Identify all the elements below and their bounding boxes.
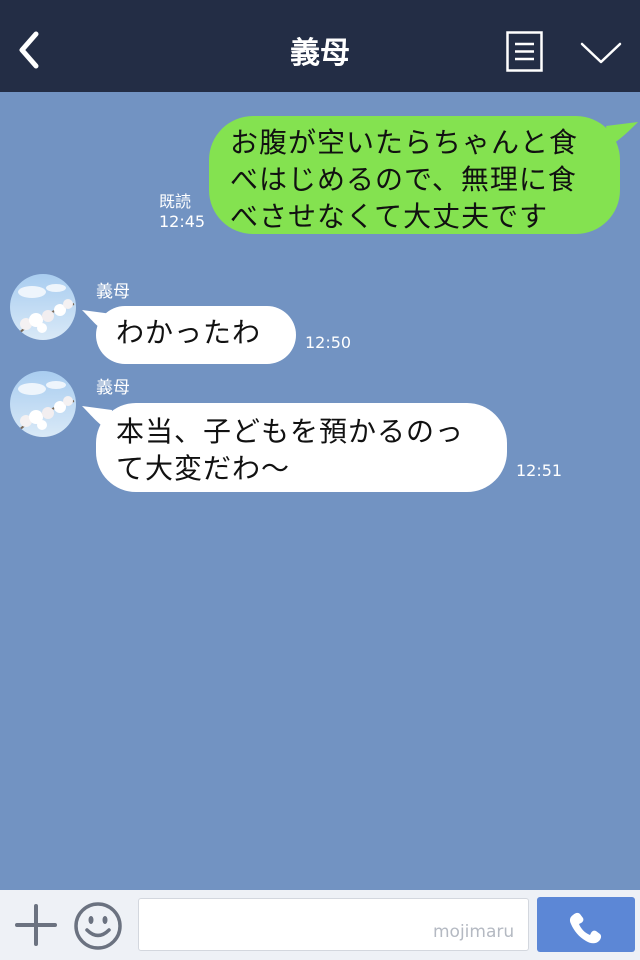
message-time: 12:45 — [159, 212, 206, 231]
message-line: べさせなくて大丈夫です — [230, 200, 549, 233]
list-icon — [506, 31, 543, 72]
emoji-button[interactable] — [73, 901, 123, 951]
chevron-down-icon — [580, 42, 622, 64]
avatar-image — [10, 371, 76, 437]
smiley-icon — [74, 902, 122, 950]
chat-title: 義母 — [290, 36, 350, 71]
chat-header: 義母 — [0, 0, 640, 92]
incoming-message-bubble[interactable]: 本当、子どもを預かるのっ て大変だわ〜 — [96, 403, 507, 492]
avatar[interactable] — [10, 274, 76, 340]
menu-button[interactable] — [506, 31, 543, 72]
read-receipt: 既読 12:45 — [159, 192, 205, 232]
collapse-button[interactable] — [578, 38, 624, 68]
sender-name: 義母 — [96, 282, 130, 302]
incoming-message-bubble[interactable]: わかったわ — [96, 306, 296, 364]
avatar[interactable] — [10, 371, 76, 437]
phone-icon — [569, 912, 602, 944]
avatar-image — [10, 274, 76, 340]
watermark-text: mojimaru — [433, 922, 515, 942]
input-bar: mojimaru — [0, 890, 640, 960]
message-time: 12:50 — [305, 333, 352, 352]
chat-area[interactable]: お腹が空いたらちゃんと食 べはじめるので、無理に食 べさせなくて大丈夫です 既読… — [0, 92, 640, 890]
message-line: わかったわ — [116, 316, 262, 349]
message-line: お腹が空いたらちゃんと食 — [230, 126, 579, 159]
call-button[interactable] — [537, 897, 635, 952]
read-label: 既読 — [159, 192, 192, 211]
sender-name: 義母 — [96, 378, 130, 398]
outgoing-message-bubble[interactable]: お腹が空いたらちゃんと食 べはじめるので、無理に食 べさせなくて大丈夫です — [209, 116, 620, 234]
message-line: て大変だわ〜 — [116, 452, 291, 485]
message-time: 12:51 — [516, 461, 563, 480]
message-line: 本当、子どもを預かるのっ — [116, 415, 465, 448]
add-attachment-button[interactable] — [14, 903, 58, 947]
message-line: べはじめるので、無理に食 — [230, 163, 577, 196]
plus-icon — [15, 904, 57, 946]
bubble-tail — [606, 122, 638, 146]
